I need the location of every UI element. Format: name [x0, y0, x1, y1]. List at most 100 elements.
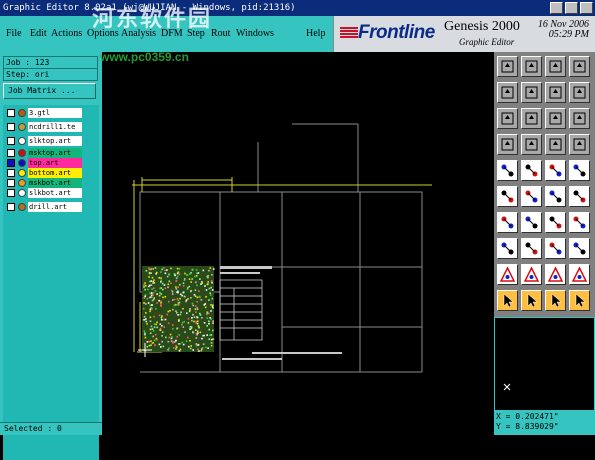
move-up-icon[interactable] [497, 56, 518, 77]
menu-edit[interactable]: Edit [30, 28, 47, 39]
net-icon[interactable] [569, 264, 590, 285]
window-icon[interactable] [545, 82, 566, 103]
layer-checkbox[interactable] [7, 159, 15, 167]
layer-name: bottom.art [28, 168, 82, 178]
layer-checkbox[interactable] [7, 137, 15, 145]
layer-checkbox[interactable] [7, 189, 15, 197]
layer-row[interactable]: ncdrill1.te [4, 122, 98, 132]
product-banner: Frontline Genesis 2000 Graphic Editor 16… [333, 16, 595, 52]
layer-name: mskbot.art [28, 178, 82, 188]
fit-icon[interactable] [497, 108, 518, 129]
measure-icon[interactable] [497, 238, 518, 259]
ruler-icon[interactable] [545, 160, 566, 181]
layer-row[interactable]: slkbot.art [4, 188, 98, 198]
triangle-icon[interactable] [497, 264, 518, 285]
layer-checkbox[interactable] [7, 169, 15, 177]
select-arrow3-icon[interactable] [545, 290, 566, 311]
overview-cursor-icon [503, 383, 511, 391]
layer-color-swatch [18, 123, 26, 131]
move-down-icon[interactable] [521, 56, 542, 77]
layer-row[interactable]: 3.gtl [4, 108, 98, 118]
layer-row[interactable]: mskbot.art [4, 178, 98, 188]
layer-name: ncdrill1.te [28, 122, 82, 132]
layer-list: 3.gtl ncdrill1.te slktop.art msktop.art top.… [3, 105, 99, 460]
edit-icon[interactable] [569, 186, 590, 207]
highlight-icon[interactable] [569, 134, 590, 155]
job-matrix-button[interactable]: Job Matrix ... [3, 83, 96, 99]
x-coordinate: X = 0.202471" [496, 412, 559, 421]
redraw-icon[interactable] [521, 82, 542, 103]
line-icon[interactable] [497, 212, 518, 233]
tool-palette [494, 52, 595, 317]
layer-color-swatch [18, 109, 26, 117]
add-pad-icon[interactable] [521, 160, 542, 181]
minimize-button[interactable] [550, 2, 563, 14]
layer-checkbox[interactable] [7, 123, 15, 131]
zoom-window-icon[interactable] [569, 56, 590, 77]
date-time: 16 Nov 2006 05:29 PM [538, 20, 589, 40]
layers-icon[interactable] [521, 134, 542, 155]
watermark-url: www.pc0359.cn [100, 50, 189, 64]
delete-icon[interactable] [521, 186, 542, 207]
layer-color-swatch [18, 149, 26, 157]
layer-checkbox[interactable] [7, 149, 15, 157]
layer-row[interactable]: bottom.art [4, 168, 98, 178]
graphic-canvas[interactable] [102, 52, 494, 435]
layer-color-swatch [18, 137, 26, 145]
zoom-in-icon[interactable] [521, 108, 542, 129]
change-icon[interactable] [545, 264, 566, 285]
home-icon[interactable] [545, 56, 566, 77]
watermark-text: 河东软件园 [92, 7, 213, 32]
pan-icon[interactable] [497, 82, 518, 103]
close-button[interactable] [580, 2, 593, 14]
select-arrow4-icon[interactable] [569, 290, 590, 311]
flip-icon[interactable] [569, 238, 590, 259]
logo-text: Frontline [358, 22, 435, 43]
layer-color-swatch [18, 189, 26, 197]
menu-windows[interactable]: Windows [236, 28, 274, 39]
layer-color-swatch [18, 203, 26, 211]
undo-icon[interactable] [545, 134, 566, 155]
menu-rout[interactable]: Rout [211, 28, 230, 39]
menu-file[interactable]: File [6, 28, 22, 39]
layer-checkbox[interactable] [7, 109, 15, 117]
grid-icon[interactable] [569, 82, 590, 103]
network-icon[interactable] [497, 134, 518, 155]
close-icon[interactable] [569, 108, 590, 129]
layer-row[interactable]: top.art [4, 158, 98, 168]
layer-checkbox[interactable] [7, 179, 15, 187]
layer-name: 3.gtl [28, 108, 82, 118]
menu-help[interactable]: Help [306, 28, 325, 39]
pcb-drawing [132, 123, 432, 373]
rotate-icon[interactable] [545, 212, 566, 233]
draw-line-icon[interactable] [497, 160, 518, 181]
overview-map[interactable] [494, 317, 595, 411]
window-titlebar: Graphic Editor 8.02a1 (wj@WUJIAN - Windo… [0, 0, 595, 16]
time-text: 05:29 PM [548, 29, 589, 40]
frontline-logo-icon [340, 27, 358, 41]
delta-icon[interactable] [521, 264, 542, 285]
maximize-button[interactable] [565, 2, 578, 14]
copy-icon[interactable] [569, 212, 590, 233]
coordinate-readout: X = 0.202471" Y = 8.839029" [494, 410, 595, 435]
layer-name: slkbot.art [28, 188, 82, 198]
layer-color-swatch [18, 159, 26, 167]
select-arrow-icon[interactable] [497, 290, 518, 311]
layer-row[interactable]: slktop.art [4, 136, 98, 146]
layer-checkbox[interactable] [7, 203, 15, 211]
menu-actions[interactable]: Actions [51, 28, 82, 39]
step-field: Step: ori [3, 68, 98, 81]
layer-color-swatch [18, 169, 26, 177]
layer-row[interactable]: msktop.art [4, 148, 98, 158]
surface-icon[interactable] [521, 212, 542, 233]
layer-row[interactable]: drill.art [4, 202, 98, 212]
snap-icon[interactable] [521, 238, 542, 259]
select-arrow2-icon[interactable] [521, 290, 542, 311]
reshape-icon[interactable] [569, 160, 590, 181]
layer-color-swatch [18, 179, 26, 187]
connect-icon[interactable] [497, 186, 518, 207]
scale-icon[interactable] [545, 108, 566, 129]
selected-status: Selected : 0 [0, 422, 102, 435]
text-icon[interactable] [545, 238, 566, 259]
node-icon[interactable] [545, 186, 566, 207]
